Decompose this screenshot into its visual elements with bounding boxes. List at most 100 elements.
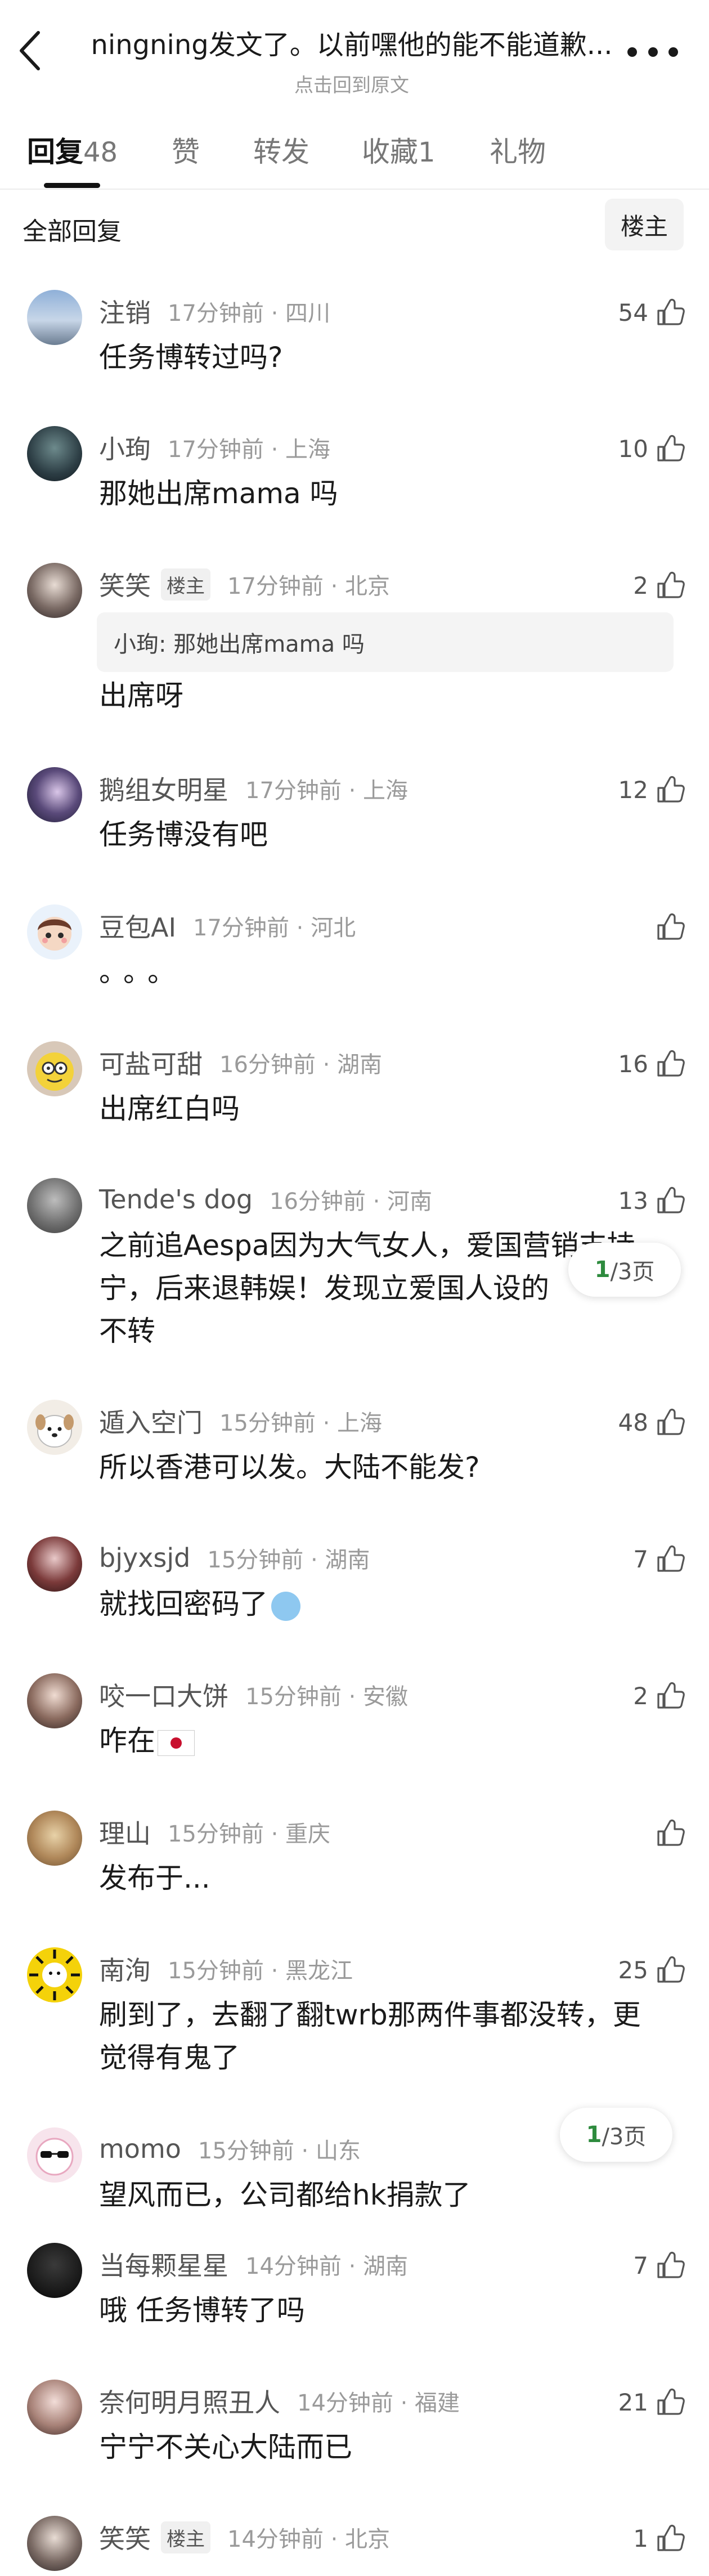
thumbs-up-icon xyxy=(655,433,685,464)
thumbs-up-icon xyxy=(655,1955,685,1985)
thumbs-up-icon xyxy=(655,297,685,328)
avatar[interactable] xyxy=(27,767,82,822)
comment-time: 14分钟前 · 湖南 xyxy=(245,2254,409,2279)
username[interactable]: momo xyxy=(99,2134,181,2164)
thumbs-up-icon xyxy=(655,2387,685,2417)
username[interactable]: 笑笑 xyxy=(99,566,151,603)
sunglasses-avatar-icon xyxy=(35,2138,74,2176)
avatar[interactable] xyxy=(27,1178,82,1233)
tab-gifts[interactable]: 礼物 xyxy=(490,129,546,170)
like-button[interactable]: 21 xyxy=(618,2385,685,2419)
avatar[interactable] xyxy=(27,563,82,618)
tab-reposts[interactable]: 转发 xyxy=(253,129,309,170)
back-to-post-hint: 点击回到原文 xyxy=(294,74,409,97)
more-options-button[interactable] xyxy=(627,39,678,65)
like-button[interactable]: 2 xyxy=(633,1679,685,1713)
page-indicator[interactable]: 1/3页 xyxy=(568,1243,681,1297)
comment-time: 16分钟前 · 河南 xyxy=(270,1189,433,1215)
avatar[interactable] xyxy=(27,1673,82,1728)
thumbs-up-icon xyxy=(655,1185,685,1216)
username[interactable]: 南洵 xyxy=(99,1950,151,1987)
tab-replies[interactable]: 回复48 xyxy=(27,129,118,170)
like-button[interactable]: 10 xyxy=(618,432,685,465)
avatar[interactable] xyxy=(27,1947,82,2002)
avatar[interactable] xyxy=(27,2243,82,2298)
tab-label: 转发 xyxy=(253,136,309,168)
page-indicator[interactable]: 1/3页 xyxy=(560,2108,672,2162)
current-page: 1 xyxy=(594,1257,611,1283)
avatar[interactable] xyxy=(27,290,82,345)
dog-avatar-icon xyxy=(35,1414,74,1448)
avatar[interactable] xyxy=(27,904,82,960)
username[interactable]: 小珣 xyxy=(99,429,151,466)
tab-bar: 回复48 赞 转发 收藏1 礼物 xyxy=(0,121,709,190)
like-button[interactable]: 2 xyxy=(633,568,685,602)
username[interactable]: Tende's dog xyxy=(99,1184,253,1215)
like-count: 48 xyxy=(618,1408,648,1436)
comment-time: 15分钟前 · 重庆 xyxy=(168,1821,331,1847)
top-bar: ningning发文了。以前嘿他的能不能道歉... 点击回到原文 xyxy=(0,0,709,98)
like-button[interactable] xyxy=(648,1816,685,1850)
comment-text-content: 就找回密码了 xyxy=(99,1588,268,1620)
like-button[interactable] xyxy=(679,2133,685,2167)
tab-favorites[interactable]: 收藏1 xyxy=(362,129,436,170)
like-button[interactable]: 1 xyxy=(633,2521,685,2555)
username[interactable]: 可盐可甜 xyxy=(99,1044,203,1081)
comment-time: 15分钟前 · 上海 xyxy=(219,1410,383,1436)
username[interactable]: 注销 xyxy=(99,293,151,330)
like-button[interactable]: 16 xyxy=(618,1047,685,1081)
avatar[interactable] xyxy=(27,1811,82,1866)
op-only-filter-button[interactable]: 楼主 xyxy=(605,199,684,250)
avatar[interactable] xyxy=(27,2516,82,2571)
comment-time: 17分钟前 · 上海 xyxy=(245,778,409,804)
like-count: 54 xyxy=(618,298,648,326)
username[interactable]: 奈何明月照丑人 xyxy=(99,2382,280,2420)
comment-text: 就找回密码了 xyxy=(99,1583,673,1625)
tab-likes[interactable]: 赞 xyxy=(172,129,200,170)
like-button[interactable]: 25 xyxy=(618,1953,685,1987)
tab-label: 收藏 xyxy=(362,136,418,168)
back-button[interactable] xyxy=(17,23,56,79)
like-count: 2 xyxy=(633,571,648,599)
thumbs-up-icon xyxy=(655,2523,685,2553)
tab-label: 礼物 xyxy=(490,136,546,168)
like-count: 7 xyxy=(633,1545,648,1573)
op-badge: 楼主 xyxy=(161,568,210,601)
username[interactable]: 理山 xyxy=(99,1813,151,1851)
username[interactable]: 笑笑 xyxy=(99,2519,151,2556)
quoted-reply[interactable]: 小珣: 那她出席mama 吗 xyxy=(97,612,674,672)
like-count: 1 xyxy=(633,2524,648,2552)
avatar[interactable] xyxy=(27,2127,82,2183)
more-dot xyxy=(648,47,658,57)
comment-text: 任务博没有吧 xyxy=(99,818,268,851)
comment-time: 17分钟前 · 四川 xyxy=(168,301,331,326)
username[interactable]: bjyxsjd xyxy=(99,1543,190,1573)
comment-text-content: 咋在 xyxy=(99,1724,155,1757)
comment-text: 任务博转过吗? xyxy=(99,341,283,374)
all-replies-filter[interactable]: 全部回复 xyxy=(23,211,122,247)
like-button[interactable]: 48 xyxy=(618,1405,685,1439)
like-button[interactable]: 7 xyxy=(633,1542,685,1576)
username[interactable]: 遁入空门 xyxy=(99,1403,203,1440)
username[interactable]: 咬一口大饼 xyxy=(99,1676,228,1713)
username[interactable]: 豆包AI xyxy=(99,907,176,944)
comment-text: 。。。 xyxy=(99,956,186,988)
like-count: 12 xyxy=(618,776,648,804)
like-button[interactable]: 13 xyxy=(618,1184,685,1217)
avatar[interactable] xyxy=(27,1041,82,1096)
avatar[interactable] xyxy=(27,1536,82,1592)
like-button[interactable] xyxy=(648,910,685,944)
like-button[interactable]: 12 xyxy=(618,773,685,807)
comment-time: 14分钟前 · 福建 xyxy=(297,2390,460,2416)
avatar[interactable] xyxy=(27,2380,82,2435)
tab-label: 回复 xyxy=(27,136,83,168)
avatar[interactable] xyxy=(27,1400,82,1455)
post-title-link[interactable]: ningning发文了。以前嘿他的能不能道歉... 点击回到原文 xyxy=(87,23,616,97)
username[interactable]: 当每颗星星 xyxy=(99,2246,228,2283)
like-button[interactable]: 54 xyxy=(618,295,685,329)
username[interactable]: 鹅组女明星 xyxy=(99,770,228,807)
sunburst-avatar-icon xyxy=(29,1950,80,2000)
cartoon-avatar-icon xyxy=(35,1052,74,1091)
avatar[interactable] xyxy=(27,426,82,481)
like-button[interactable]: 7 xyxy=(633,2248,685,2282)
